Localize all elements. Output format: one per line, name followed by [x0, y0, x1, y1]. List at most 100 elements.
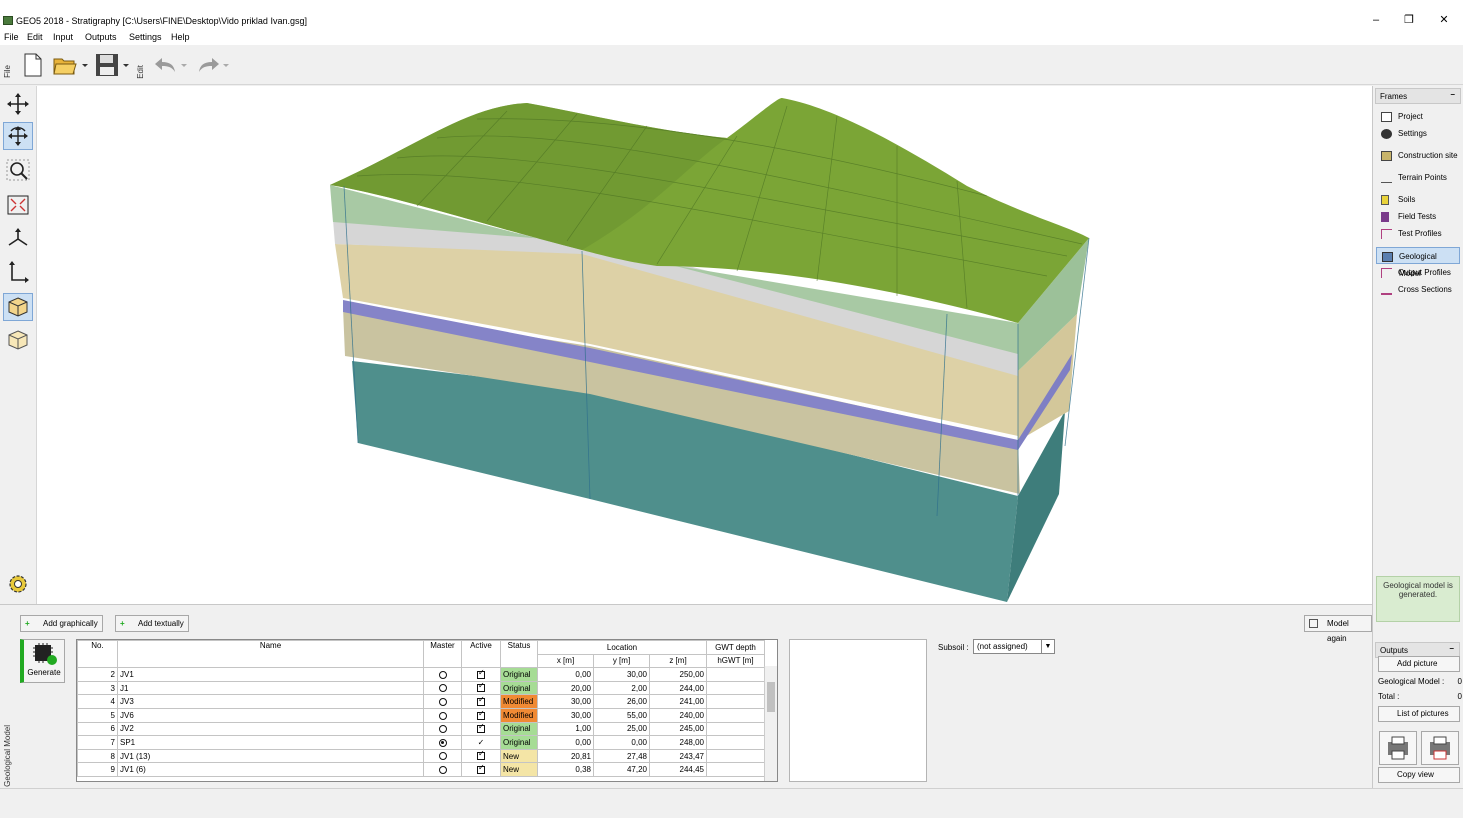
cell-no: 6 — [77, 721, 118, 737]
menu-input[interactable]: Input — [53, 32, 73, 42]
table-row[interactable]: 6JV2 Original1,0025,00245,00 — [77, 721, 765, 737]
master-radio[interactable] — [438, 698, 447, 707]
active-checkbox[interactable] — [477, 668, 485, 679]
menu-help[interactable]: Help — [171, 32, 190, 42]
shaded-view-button[interactable] — [3, 293, 33, 321]
menu-settings[interactable]: Settings — [129, 32, 162, 42]
table-row[interactable]: 2JV1 Original0,0030,00250,00 — [77, 667, 765, 682]
frame-soils[interactable]: Soils — [1376, 191, 1460, 208]
cell-active — [461, 694, 501, 709]
scrollbar-thumb[interactable] — [767, 682, 775, 712]
open-file-button[interactable] — [52, 52, 90, 78]
frame-test-profiles[interactable]: Test Profiles — [1376, 225, 1460, 242]
frame-project[interactable]: Project — [1376, 108, 1460, 125]
generate-button[interactable]: Generate — [20, 639, 65, 683]
active-checkbox[interactable] — [477, 763, 485, 775]
rotate-tool-button[interactable] — [3, 122, 33, 150]
close-button[interactable]: ✕ — [1434, 12, 1454, 28]
active-checkbox[interactable] — [477, 695, 485, 707]
cell-hgwt — [706, 707, 765, 723]
column-z: z [m] — [649, 653, 707, 669]
active-checkbox[interactable] — [477, 681, 485, 693]
table-row[interactable]: 3J1 Original20,002,00244,00 — [77, 680, 765, 696]
add-graphically-button[interactable]: + Add graphically — [20, 615, 103, 632]
plan-view-button[interactable] — [3, 257, 33, 285]
project-icon — [1381, 112, 1392, 122]
table-row[interactable]: 7 SP1 ✓ Original 0,00 0,00 248,00 — [77, 735, 765, 750]
column-master: Master — [423, 640, 462, 669]
wireframe-view-button[interactable] — [3, 326, 33, 354]
cell-hgwt — [706, 762, 765, 777]
model-again-button[interactable]: Model again — [1304, 615, 1372, 643]
frames-minimize-button[interactable]: – — [1451, 90, 1455, 99]
table-scrollbar[interactable] — [764, 666, 777, 781]
table-row[interactable]: 8JV1 (13) New20,8127,48243,47 — [77, 748, 765, 764]
frame-settings[interactable]: Settings — [1376, 125, 1460, 142]
toolbar-edit-label: Edit — [136, 65, 145, 79]
master-radio[interactable] — [438, 684, 447, 693]
frame-field-tests[interactable]: Field Tests — [1376, 208, 1460, 225]
master-radio[interactable] — [438, 711, 447, 720]
active-tick-icon[interactable]: ✓ — [478, 738, 485, 747]
axonometric-view-button[interactable] — [3, 224, 33, 252]
menu-file[interactable]: File — [4, 32, 19, 42]
master-radio[interactable] — [438, 670, 447, 679]
frames-panel: Frames – Project Settings Construction s… — [1372, 86, 1463, 788]
cell-active — [461, 721, 501, 737]
save-file-button[interactable] — [94, 52, 132, 78]
cell-master — [423, 694, 462, 709]
view-settings-button[interactable] — [3, 570, 33, 598]
subsoil-select[interactable]: (not assigned) ▼ — [973, 639, 1055, 654]
frame-cross-sections[interactable]: Cross Sections — [1376, 281, 1460, 298]
cell-z: 244,45 — [649, 762, 707, 777]
master-radio[interactable] — [438, 738, 447, 747]
cell-no: 8 — [77, 748, 118, 764]
active-checkbox[interactable] — [477, 709, 485, 720]
column-x: x [m] — [537, 653, 594, 669]
zoom-tool-button[interactable] — [3, 156, 33, 184]
table-row[interactable]: 4JV3 Modified30,0026,00241,00 — [77, 694, 765, 709]
pan-tool-button[interactable] — [3, 90, 33, 118]
master-radio[interactable] — [438, 725, 447, 734]
new-file-icon — [24, 53, 42, 77]
menu-outputs[interactable]: Outputs — [85, 32, 117, 42]
zoom-extents-icon — [7, 195, 29, 215]
add-picture-button[interactable]: Add picture — [1378, 656, 1460, 672]
active-checkbox[interactable] — [477, 722, 485, 734]
zoom-extents-button[interactable] — [3, 191, 33, 219]
title-bar: GEO5 2018 - Stratigraphy [C:\Users\FINE\… — [0, 0, 1463, 30]
master-radio[interactable] — [438, 752, 447, 761]
redo-icon — [199, 58, 229, 72]
table-row[interactable]: 5JV6 Modified30,0055,00240,00 — [77, 707, 765, 723]
save-disk-icon — [96, 54, 129, 76]
frame-construction-site[interactable]: Construction site — [1376, 147, 1460, 164]
frame-output-profiles[interactable]: Output Profiles — [1376, 264, 1460, 281]
generate-chip-icon — [33, 643, 57, 665]
move-arrows-icon — [7, 93, 29, 115]
menu-edit[interactable]: Edit — [27, 32, 43, 42]
redo-button[interactable] — [193, 52, 231, 78]
list-of-pictures-button[interactable]: List of pictures — [1378, 706, 1460, 722]
cell-y: 55,00 — [593, 707, 650, 723]
active-checkbox[interactable] — [477, 749, 485, 761]
table-row[interactable]: 9JV1 (6) New0,3847,20244,45 — [77, 762, 765, 777]
outputs-minimize-button[interactable]: – — [1450, 644, 1454, 653]
gear-icon — [9, 575, 27, 593]
cell-name: JV2 — [117, 721, 424, 737]
undo-button[interactable] — [151, 52, 189, 78]
cell-status: Modified — [500, 694, 538, 709]
cell-z: 243,47 — [649, 748, 707, 764]
frame-geological-model[interactable]: Geological Model — [1376, 247, 1460, 278]
master-radio[interactable] — [438, 766, 447, 775]
add-textually-button[interactable]: + Add textually — [115, 615, 189, 632]
frame-terrain-points[interactable]: Terrain Points — [1376, 169, 1460, 186]
minimize-button[interactable]: – — [1366, 12, 1386, 28]
cell-active — [461, 680, 501, 696]
copy-view-button[interactable]: Copy view — [1378, 767, 1460, 783]
print-preview-button[interactable] — [1421, 731, 1459, 765]
print-button[interactable] — [1379, 731, 1417, 765]
3d-model-viewport[interactable] — [37, 86, 1372, 604]
restore-button[interactable]: ❐ — [1399, 12, 1419, 28]
new-file-button[interactable] — [20, 52, 46, 78]
open-folder-icon — [53, 58, 88, 75]
